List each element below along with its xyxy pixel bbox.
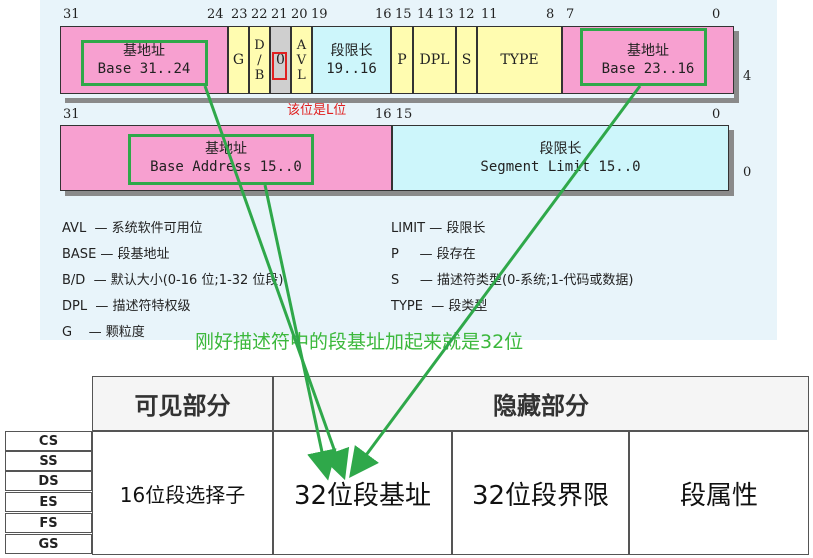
- arrow-base-23-16: [349, 85, 642, 479]
- arrow-base-15-0: [263, 184, 337, 481]
- arrow-base-31-24: [203, 85, 350, 481]
- arrows-layer: [203, 85, 642, 481]
